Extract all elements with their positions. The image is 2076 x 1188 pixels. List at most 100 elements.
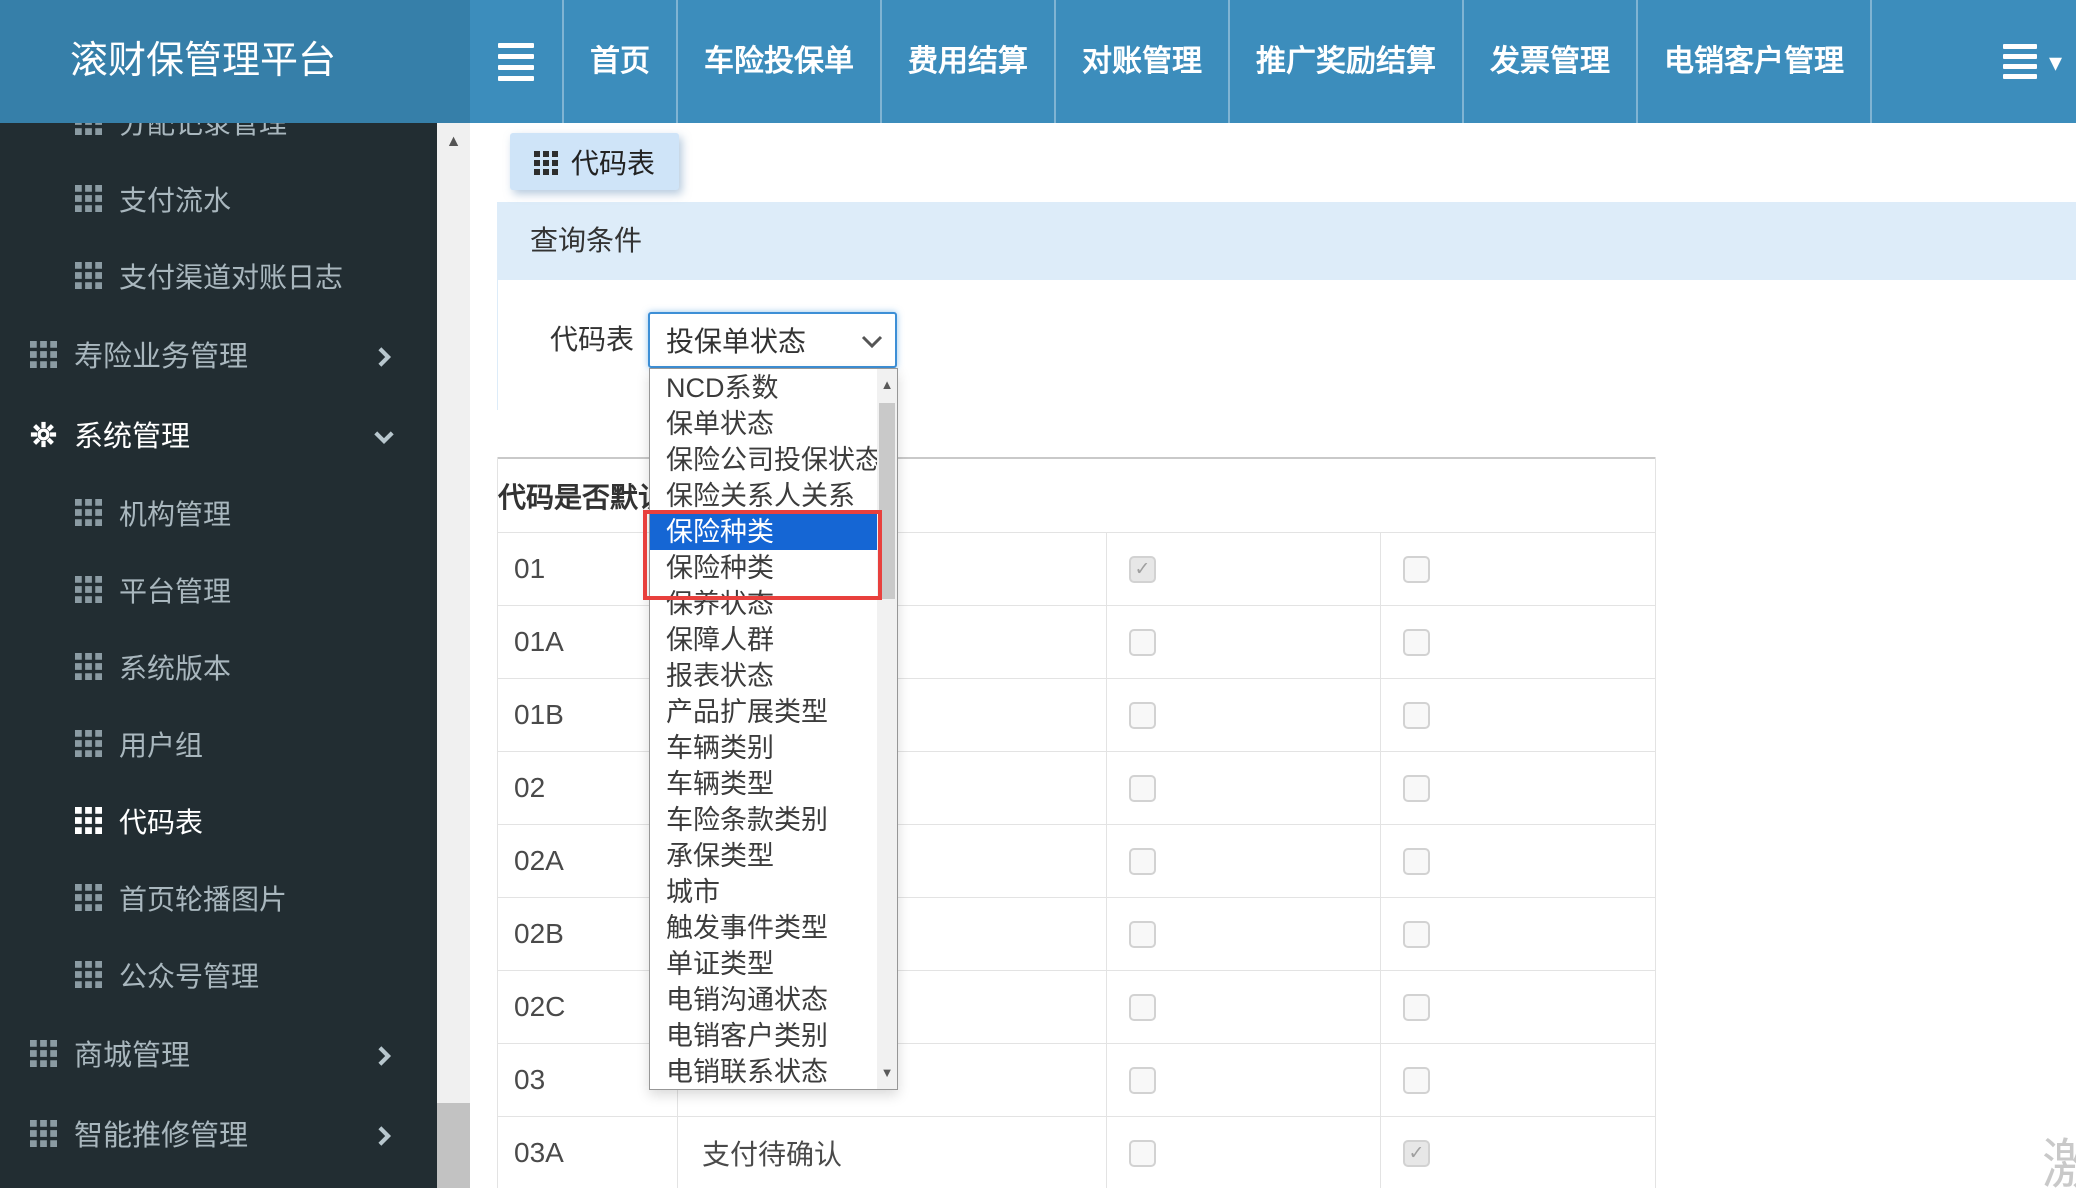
nav-item[interactable]: 费用结算: [880, 0, 1054, 123]
is-default-checkbox[interactable]: ✓: [1129, 920, 1156, 948]
sidebar-item[interactable]: 平台管理: [0, 551, 437, 628]
scroll-up-arrow-icon[interactable]: ▲: [877, 369, 897, 401]
dropdown-option[interactable]: 车辆类别: [650, 730, 877, 766]
grid-icon: [75, 961, 102, 988]
is-system-checkbox[interactable]: ✓: [1403, 628, 1430, 656]
is-default-cell: ✓: [1106, 898, 1380, 970]
is-system-cell: ✓: [1380, 752, 1655, 824]
dropdown-option[interactable]: 承保类型: [650, 838, 877, 874]
sidebar-item[interactable]: 公众号管理: [0, 936, 437, 1013]
dropdown-option[interactable]: 触发事件类型: [650, 910, 877, 946]
dropdown-scrollbar[interactable]: ▲ ▼: [877, 369, 897, 1089]
is-system-checkbox[interactable]: ✓: [1403, 993, 1430, 1021]
sidebar-item-label: 商城管理: [74, 1040, 191, 1072]
dropdown-option[interactable]: 保险种类: [650, 514, 877, 550]
is-system-checkbox[interactable]: ✓: [1403, 701, 1430, 729]
is-system-cell: ✓: [1380, 679, 1655, 751]
sidebar-item[interactable]: 用户组: [0, 705, 437, 782]
hamburger-icon: [2002, 44, 2037, 79]
sidebar: 分配记录管理 支付流水 支付渠道对账日志 寿险业务管理 系统管理 机构管理 平台…: [0, 123, 437, 1188]
dropdown-option[interactable]: 产品扩展类型: [650, 694, 877, 730]
sidebar-item[interactable]: 系统版本: [0, 628, 437, 705]
is-system-checkbox[interactable]: ✓: [1403, 774, 1430, 802]
sidebar-item[interactable]: 系统管理: [0, 394, 437, 474]
chevron-right-icon: [373, 343, 395, 367]
nav-item[interactable]: 发票管理: [1462, 0, 1636, 123]
chevron-down-icon: [861, 324, 883, 356]
is-system-checkbox[interactable]: ✓: [1403, 1139, 1430, 1167]
grid-icon: [534, 150, 558, 175]
is-default-checkbox[interactable]: ✓: [1129, 628, 1156, 656]
dropdown-option[interactable]: NCD系数: [650, 370, 877, 406]
is-default-checkbox[interactable]: ✓: [1129, 847, 1156, 875]
scroll-up-arrow-icon[interactable]: ▲: [437, 123, 470, 161]
dropdown-option[interactable]: 城市: [650, 874, 877, 910]
code-table-select[interactable]: 投保单状态: [648, 312, 897, 368]
code-cell: 03A: [514, 1137, 564, 1168]
sidebar-item[interactable]: 商城管理: [0, 1013, 437, 1093]
grid-icon: [75, 123, 102, 135]
top-navbar: 滚财保管理平台 首页 车险投保单 费用结算 对账管理 推广奖励结算 发票管理 电销客户管理 …: [0, 0, 2076, 123]
is-system-checkbox[interactable]: ✓: [1403, 847, 1430, 875]
dropdown-option[interactable]: 单证类型: [650, 946, 877, 982]
chevron-right-icon: [373, 1122, 395, 1146]
is-default-checkbox[interactable]: ✓: [1129, 993, 1156, 1021]
nav-item[interactable]: 车险投保单: [676, 0, 880, 123]
sidebar-item-label: 用户组: [119, 729, 204, 761]
is-default-checkbox[interactable]: ✓: [1129, 774, 1156, 802]
is-default-cell: ✓: [1106, 533, 1380, 605]
grid-icon: [75, 730, 102, 757]
sidebar-item[interactable]: 支付流水: [0, 160, 437, 237]
dropdown-option[interactable]: 电销沟通状态: [650, 982, 877, 1018]
sidebar-item[interactable]: 支付渠道对账日志: [0, 237, 437, 314]
sidebar-toggle-button[interactable]: [470, 0, 562, 123]
dropdown-option[interactable]: 车辆类型: [650, 766, 877, 802]
scroll-down-arrow-icon[interactable]: ▼: [877, 1057, 897, 1089]
sidebar-item[interactable]: 分配记录管理: [0, 123, 437, 160]
dropdown-option[interactable]: 报表状态: [650, 658, 877, 694]
is-default-checkbox[interactable]: ✓: [1129, 1066, 1156, 1094]
chevron-down-icon: [373, 423, 395, 445]
sidebar-item[interactable]: 代码表: [0, 782, 437, 859]
user-menu-button[interactable]: ▾: [2002, 0, 2062, 123]
dropdown-option[interactable]: 电销客户类别: [650, 1018, 877, 1054]
sidebar-scrollbar-thumb[interactable]: [437, 1103, 470, 1188]
is-default-checkbox[interactable]: ✓: [1129, 701, 1156, 729]
sidebar-scrollbar[interactable]: ▲: [437, 123, 470, 1188]
dropdown-option[interactable]: 保险关系人关系: [650, 478, 877, 514]
select-value: 投保单状态: [666, 326, 807, 357]
dropdown-option[interactable]: 保障人群: [650, 622, 877, 658]
nav-item[interactable]: 首页: [562, 0, 676, 123]
dropdown-option[interactable]: 保险公司投保状态: [650, 442, 877, 478]
is-default-cell: ✓: [1106, 825, 1380, 897]
is-system-cell: ✓: [1380, 825, 1655, 897]
nav-item[interactable]: 电销客户管理: [1636, 0, 1872, 123]
sidebar-item-label: 系统管理: [74, 421, 191, 453]
dropdown-option[interactable]: 电销联系状态: [650, 1054, 877, 1090]
dropdown-option[interactable]: 保险种类: [650, 550, 877, 586]
grid-icon: [75, 185, 102, 212]
sidebar-item[interactable]: 机构管理: [0, 474, 437, 551]
is-system-checkbox[interactable]: ✓: [1403, 920, 1430, 948]
nav-item[interactable]: 对账管理: [1054, 0, 1228, 123]
is-system-checkbox[interactable]: ✓: [1403, 1066, 1430, 1094]
nav-item[interactable]: 推广奖励结算: [1228, 0, 1462, 123]
sidebar-item-label: 平台管理: [119, 575, 232, 607]
dropdown-option[interactable]: 车险条款类别: [650, 802, 877, 838]
dropdown-option[interactable]: 保养状态: [650, 586, 877, 622]
hamburger-icon: [498, 42, 534, 48]
grid-icon: [75, 576, 102, 603]
sidebar-item[interactable]: 智能推修管理: [0, 1093, 437, 1173]
dropdown-scrollbar-thumb[interactable]: [879, 403, 895, 599]
tab-code-table[interactable]: 代码表: [510, 133, 680, 190]
table-header-cell: 代码: [498, 481, 555, 513]
sidebar-item[interactable]: 寿险业务管理: [0, 314, 437, 394]
dropdown-option[interactable]: 保单状态: [650, 406, 877, 442]
sidebar-item-label: 智能推修管理: [74, 1120, 249, 1152]
sidebar-item[interactable]: 首页轮播图片: [0, 859, 437, 936]
is-system-cell: ✓: [1380, 1044, 1655, 1116]
is-default-checkbox[interactable]: ✓: [1129, 1139, 1156, 1167]
is-default-checkbox[interactable]: ✓: [1129, 555, 1156, 583]
is-system-checkbox[interactable]: ✓: [1403, 555, 1430, 583]
app-logo[interactable]: 滚财保管理平台: [0, 0, 470, 123]
